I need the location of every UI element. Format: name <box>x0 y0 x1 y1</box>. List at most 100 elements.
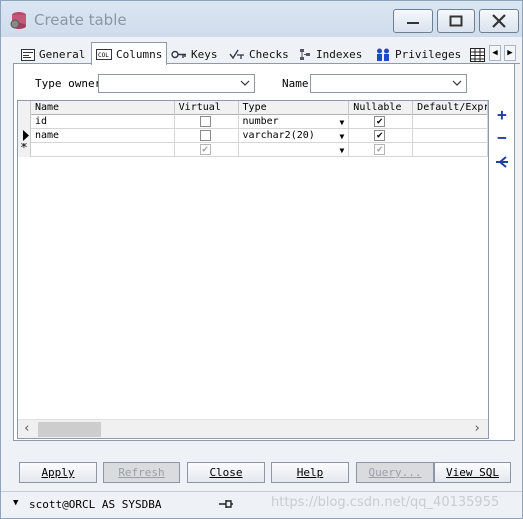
cell-virtual[interactable] <box>175 129 239 143</box>
virtual-checkbox[interactable]: ✔ <box>199 144 211 155</box>
tab-indexes[interactable]: Indexes <box>295 45 366 64</box>
header-virtual[interactable]: Virtual <box>175 101 239 115</box>
virtual-checkbox[interactable] <box>199 116 211 127</box>
table-row[interactable]: id number ▼ ✔ <box>18 115 488 129</box>
close-window-button[interactable] <box>479 9 519 33</box>
dropdown-arrow-icon[interactable]: ▼ <box>339 130 344 143</box>
app-icon <box>10 12 26 29</box>
dropdown-arrow-icon[interactable]: ▼ <box>339 116 344 129</box>
cell-default[interactable] <box>413 115 488 129</box>
cell-type[interactable]: ▼ <box>239 143 350 157</box>
header-nullable[interactable]: Nullable <box>349 101 414 115</box>
insert-column-button[interactable] <box>494 153 510 172</box>
type-owner-label: Type owner <box>35 77 102 90</box>
cell-default[interactable] <box>413 129 488 143</box>
tab-columns[interactable]: COL Columns <box>91 42 168 65</box>
window-title: Create table <box>34 11 127 29</box>
status-bar: ▼ scott@ORCL AS SYSDBA https://blog.csdn… <box>1 491 522 513</box>
cell-type[interactable]: varchar2(20) ▼ <box>239 129 350 143</box>
nullable-checkbox[interactable]: ✔ <box>374 130 386 141</box>
type-value: number <box>242 116 279 127</box>
tab-privileges[interactable]: Privileges <box>371 45 465 64</box>
svg-text:COL: COL <box>98 52 109 59</box>
row-indicator[interactable]: * <box>18 143 31 157</box>
name-select[interactable] <box>310 74 467 93</box>
refresh-button[interactable]: Refresh <box>103 462 180 483</box>
tab-keys-label: Keys <box>191 48 218 61</box>
minus-icon: − <box>497 128 507 147</box>
row-indicator-header <box>18 101 31 115</box>
table-row[interactable]: name varchar2(20) ▼ ✔ <box>18 129 488 143</box>
minimize-button[interactable] <box>393 9 433 33</box>
tab-indexes-label: Indexes <box>316 48 363 61</box>
scroll-left-icon[interactable]: ‹ <box>23 421 31 436</box>
scrollbar-thumb[interactable] <box>38 422 101 437</box>
scroll-right-icon[interactable]: › <box>473 421 481 436</box>
chevron-down-icon <box>240 80 250 86</box>
tab-general[interactable]: General <box>17 45 89 64</box>
close-icon <box>492 14 506 28</box>
type-owner-select[interactable] <box>98 74 255 93</box>
chevron-down-icon <box>452 80 462 86</box>
indexes-icon <box>300 49 310 60</box>
nullable-checkbox[interactable]: ✔ <box>374 144 386 155</box>
type-value: varchar2(20) <box>242 130 315 141</box>
tab-scroll-left-button[interactable]: ◀ <box>489 45 501 61</box>
current-row-icon <box>23 130 29 141</box>
cell-nullable[interactable]: ✔ <box>349 129 414 143</box>
tab-keys[interactable]: Keys <box>167 45 222 64</box>
insert-icon <box>496 156 508 168</box>
name-label: Name <box>282 77 309 90</box>
cell-type[interactable]: number ▼ <box>239 115 350 129</box>
cell-nullable[interactable]: ✔ <box>349 115 414 129</box>
header-type[interactable]: Type <box>239 101 350 115</box>
cell-virtual[interactable] <box>175 115 239 129</box>
close-button[interactable]: Close <box>187 462 265 483</box>
tab-scroll-right-button[interactable]: ▶ <box>504 45 516 61</box>
columns-grid[interactable]: Name Virtual Type Nullable Default/Expr … <box>17 100 489 439</box>
header-name[interactable]: Name <box>31 101 175 115</box>
general-icon <box>21 48 35 61</box>
status-menu-icon[interactable]: ▼ <box>13 498 18 508</box>
minimize-icon <box>407 22 419 24</box>
nullable-checkbox[interactable]: ✔ <box>374 116 386 127</box>
add-column-button[interactable]: + <box>494 105 510 124</box>
virtual-checkbox[interactable] <box>199 130 211 141</box>
grid-header: Name Virtual Type Nullable Default/Expr <box>18 101 488 115</box>
dropdown-arrow-icon[interactable]: ▼ <box>339 144 344 157</box>
cell-name[interactable] <box>31 143 175 157</box>
tab-more[interactable] <box>466 45 489 64</box>
connection-status: scott@ORCL AS SYSDBA <box>29 498 162 511</box>
tab-checks-label: Checks <box>249 48 289 61</box>
query-button[interactable]: Query... <box>356 462 434 483</box>
apply-button[interactable]: Apply <box>19 462 97 483</box>
remove-column-button[interactable]: − <box>494 128 510 147</box>
plus-icon: + <box>497 105 507 124</box>
header-default[interactable]: Default/Expr <box>413 101 488 115</box>
cell-default[interactable] <box>413 143 488 157</box>
columns-panel: Type owner Name Name Virtual Type Nullab… <box>13 64 515 441</box>
privileges-icon <box>377 48 389 61</box>
watermark-text: https://blog.csdn.net/qq_40135955 <box>271 495 500 510</box>
view-sql-button[interactable]: View SQL <box>434 462 511 483</box>
cell-name[interactable]: id <box>31 115 175 129</box>
columns-icon: COL <box>96 48 112 60</box>
checks-icon <box>229 49 244 60</box>
arrow-right-icon: ▶ <box>507 48 513 58</box>
cell-name[interactable]: name <box>31 129 175 143</box>
cell-virtual[interactable]: ✔ <box>175 143 239 157</box>
tab-checks[interactable]: Checks <box>225 45 293 64</box>
arrow-left-icon: ◀ <box>492 48 498 58</box>
maximize-button[interactable] <box>437 9 475 33</box>
help-button[interactable]: Help <box>271 462 349 483</box>
pin-icon[interactable] <box>218 498 234 510</box>
row-indicator[interactable] <box>18 129 31 143</box>
create-table-window: Create table General COL Columns Keys Ch… <box>0 0 523 519</box>
tab-privileges-label: Privileges <box>395 48 462 61</box>
new-row-asterisk-icon: * <box>20 143 28 156</box>
row-indicator[interactable] <box>18 115 31 129</box>
cell-nullable[interactable]: ✔ <box>349 143 414 157</box>
keys-icon <box>171 50 186 59</box>
horizontal-scrollbar[interactable]: ‹ › <box>18 419 488 438</box>
new-row[interactable]: * ✔ ▼ ✔ <box>18 143 488 157</box>
